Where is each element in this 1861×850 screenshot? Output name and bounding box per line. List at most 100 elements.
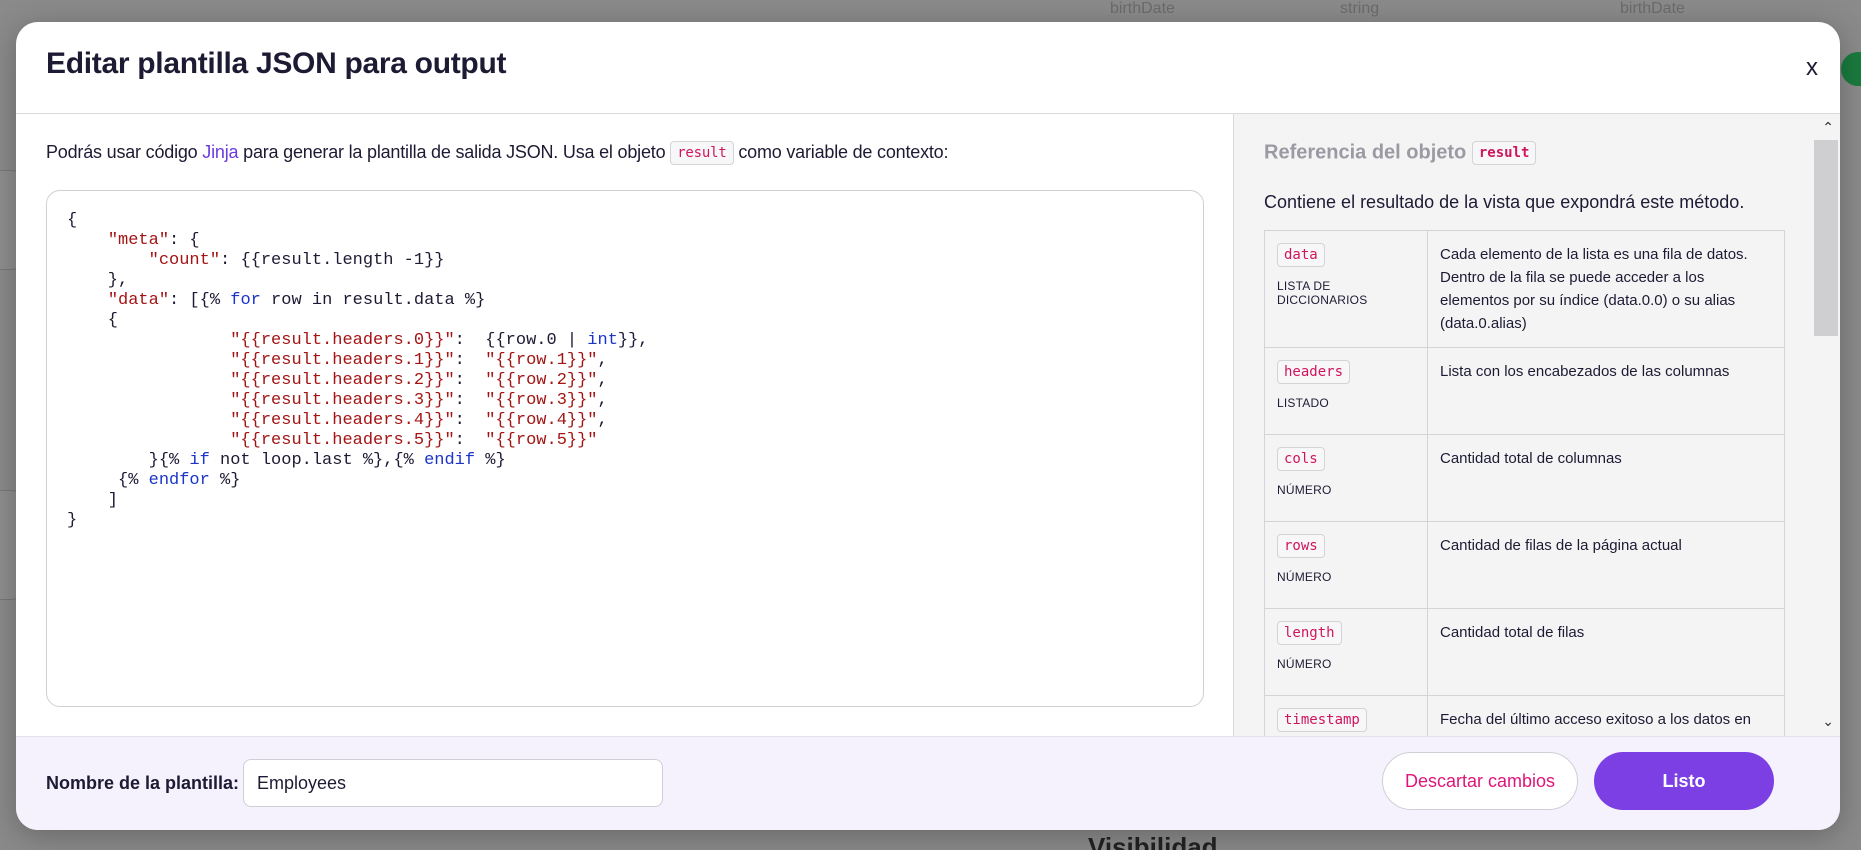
code-line: "{{result.headers.3}}": "{{row.3}}", xyxy=(67,391,649,411)
reference-key-cell: data LISTA DE DICCIONARIOS xyxy=(1264,230,1428,348)
code-line: { xyxy=(67,311,649,331)
code-keyword: if xyxy=(189,451,210,470)
bg-label: birthDate xyxy=(1110,0,1175,17)
modal-body: Podrás usar código Jinja para generar la… xyxy=(16,114,1840,736)
code-text: : xyxy=(454,391,486,410)
code-line: }{% if not loop.last %},{% endif %} xyxy=(67,451,649,471)
code-text: : {{result.length -1}} xyxy=(220,251,445,270)
reference-type: LISTADO xyxy=(1277,396,1329,410)
reference-pane: Referencia del objeto result Contiene el… xyxy=(1233,114,1840,736)
editor-pane: Podrás usar código Jinja para generar la… xyxy=(16,114,1233,736)
code-content[interactable]: { "meta": { "count": {{result.length -1}… xyxy=(67,211,649,531)
code-text: { xyxy=(67,211,78,230)
discard-changes-button[interactable]: Descartar cambios xyxy=(1382,752,1578,810)
code-text: : [{% xyxy=(169,291,231,310)
scrollbar-thumb[interactable] xyxy=(1814,140,1838,336)
edit-template-modal: Editar plantilla JSON para output x Podr… xyxy=(16,22,1840,830)
reference-key: data xyxy=(1277,243,1325,267)
bg-heading: Visibilidad xyxy=(1088,832,1218,850)
reference-row: length NÚMERO Cantidad total de filas xyxy=(1264,608,1785,696)
bg-label: birthDate xyxy=(1620,0,1685,17)
code-text: , xyxy=(597,391,608,410)
code-text: not loop.last %},{% xyxy=(209,451,425,470)
code-line: {% endfor %} xyxy=(67,471,649,491)
code-text: : xyxy=(454,411,486,430)
scroll-up-icon[interactable]: ⌃ xyxy=(1822,120,1834,134)
code-keyword: for xyxy=(230,291,261,310)
code-string: "meta" xyxy=(107,231,170,250)
bg-label: string xyxy=(1340,0,1380,17)
code-text: : xyxy=(454,371,486,390)
reference-description-cell: Cantidad total de filas xyxy=(1427,608,1785,696)
editor-intro: Podrás usar código Jinja para generar la… xyxy=(46,141,948,165)
done-button[interactable]: Listo xyxy=(1594,752,1774,810)
code-string: "{{result.headers.5}}" xyxy=(230,431,455,450)
code-line: { xyxy=(67,211,649,231)
code-string: "{{row.1}}" xyxy=(485,351,598,370)
avatar xyxy=(1841,52,1861,86)
intro-text: Podrás usar código xyxy=(46,141,203,162)
code-line: "{{result.headers.0}}": {{row.0 | int}}, xyxy=(67,331,648,351)
code-string: "count" xyxy=(148,251,221,270)
reference-row: rows NÚMERO Cantidad de filas de la página… xyxy=(1264,521,1785,609)
result-code-pill: result xyxy=(670,141,734,165)
code-text: { xyxy=(67,311,119,330)
reference-key-cell: cols NÚMERO xyxy=(1264,434,1428,522)
code-text: , xyxy=(597,351,608,370)
code-line: "{{result.headers.2}}": "{{row.2}}", xyxy=(67,371,649,391)
reference-description-cell: Cada elemento de la lista es una fila de… xyxy=(1427,230,1785,348)
code-text: row in result.data %} xyxy=(260,291,486,310)
code-text: %} xyxy=(209,471,241,490)
code-line: "data": [{% for row in result.data %} xyxy=(67,291,649,311)
reference-row: cols NÚMERO Cantidad total de columnas xyxy=(1264,434,1785,522)
code-line: "{{result.headers.1}}": "{{row.1}}", xyxy=(67,351,649,371)
reference-key: headers xyxy=(1277,360,1351,384)
reference-key: cols xyxy=(1277,447,1325,471)
code-text: : {{row.0 | xyxy=(454,331,588,350)
reference-row: headers LISTADO Lista con los encabezados … xyxy=(1264,347,1785,435)
code-editor[interactable]: { "meta": { "count": {{result.length -1}… xyxy=(46,190,1204,707)
template-name-label: Nombre de la plantilla: xyxy=(46,773,240,793)
jinja-link[interactable]: Jinja xyxy=(202,142,238,162)
code-line: "{{result.headers.5}}": "{{row.5}}" xyxy=(67,431,649,451)
modal-title: Editar plantilla JSON para output xyxy=(46,47,507,80)
reference-description: Contiene el resultado de la vista que ex… xyxy=(1264,192,1745,212)
code-text: : xyxy=(454,351,486,370)
code-string: "{{result.headers.2}}" xyxy=(230,371,455,390)
reference-type: NÚMERO xyxy=(1277,657,1332,671)
reference-row: timestamp Fecha del último acceso exitoso… xyxy=(1264,695,1785,736)
code-line: "meta": { xyxy=(67,231,649,251)
code-text: : { xyxy=(169,231,200,250)
result-code-pill: result xyxy=(1471,141,1537,165)
code-string: "{{row.3}}" xyxy=(485,391,598,410)
code-text: , xyxy=(597,411,608,430)
code-keyword: endfor xyxy=(148,471,210,490)
reference-title: Referencia del objeto result xyxy=(1264,141,1537,165)
reference-key: length xyxy=(1277,621,1342,645)
close-button[interactable]: x xyxy=(1806,56,1818,80)
code-string: "{{result.headers.3}}" xyxy=(230,391,455,410)
code-line: ] xyxy=(67,491,649,511)
scroll-down-icon[interactable]: ⌄ xyxy=(1822,714,1834,728)
template-name-input[interactable] xyxy=(243,759,663,807)
code-string: "{{result.headers.0}}" xyxy=(230,331,455,350)
code-text: }, xyxy=(67,271,129,290)
reference-table: data LISTA DE DICCIONARIOS Cada elemento d… xyxy=(1264,230,1785,736)
code-text: }{% xyxy=(67,451,190,470)
code-line: }, xyxy=(67,271,649,291)
modal-header: Editar plantilla JSON para output x xyxy=(16,22,1840,114)
code-text: %} xyxy=(475,451,506,470)
code-line: "{{result.headers.4}}": "{{row.4}}", xyxy=(67,411,649,431)
reference-description-cell: Fecha del último acceso exitoso a los da… xyxy=(1427,695,1785,736)
reference-description-cell: Cantidad de filas de la página actual xyxy=(1427,521,1785,609)
code-line: "count": {{result.length -1}} xyxy=(67,251,649,271)
reference-description-cell: Cantidad total de columnas xyxy=(1427,434,1785,522)
reference-key: timestamp xyxy=(1277,708,1367,732)
